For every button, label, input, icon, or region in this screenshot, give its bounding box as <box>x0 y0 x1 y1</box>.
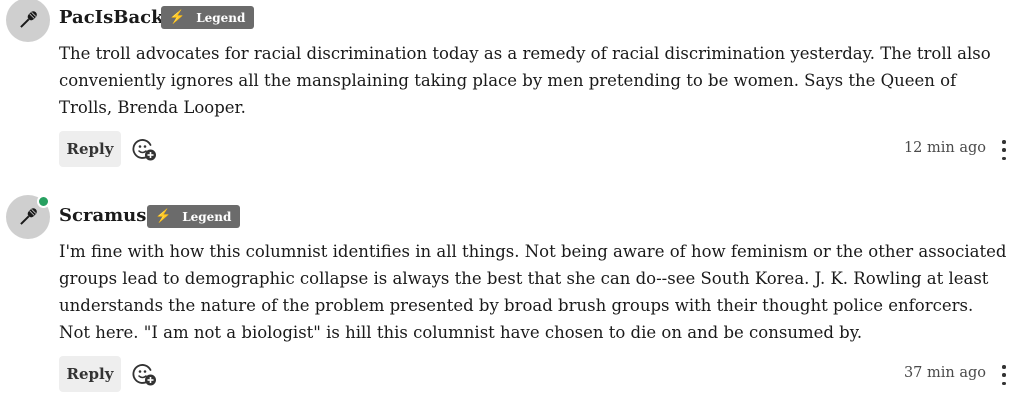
add-reaction-button[interactable] <box>131 136 157 162</box>
comment-text: The troll advocates for racial discrimin… <box>59 44 991 117</box>
add-reaction-icon <box>132 364 156 386</box>
timestamp[interactable]: 37 min ago <box>904 365 986 381</box>
avatar[interactable] <box>6 195 50 239</box>
legend-badge: ⚡ Legend <box>147 205 241 228</box>
more-options-button[interactable] <box>997 140 1011 160</box>
comment-text: I'm fine with how this columnist identif… <box>59 242 1007 342</box>
microphone-icon <box>20 208 37 225</box>
username[interactable]: PacIsBack <box>59 7 164 29</box>
avatar[interactable] <box>6 0 50 42</box>
lightning-bolt-icon: ⚡ <box>155 209 172 224</box>
badge-label: Legend <box>182 209 232 224</box>
add-reaction-icon <box>132 139 156 161</box>
add-reaction-button[interactable] <box>131 361 157 387</box>
reply-button[interactable]: Reply <box>59 131 121 167</box>
legend-badge: ⚡ Legend <box>161 6 255 29</box>
username[interactable]: Scramus <box>59 205 146 227</box>
lightning-bolt-icon: ⚡ <box>169 10 186 25</box>
online-status-indicator <box>37 195 50 208</box>
badge-label: Legend <box>196 10 246 25</box>
microphone-icon <box>20 11 37 28</box>
more-options-button[interactable] <box>997 365 1011 385</box>
reply-button[interactable]: Reply <box>59 356 121 392</box>
timestamp[interactable]: 12 min ago <box>904 140 986 156</box>
